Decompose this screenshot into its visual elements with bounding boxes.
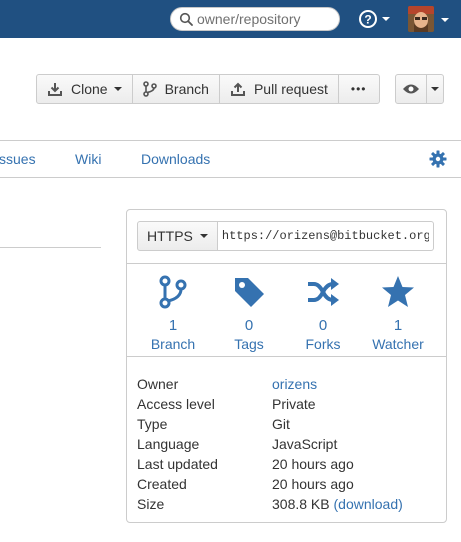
upload-icon — [230, 82, 245, 96]
download-icon — [48, 83, 62, 96]
tag-count: 0 — [244, 317, 254, 334]
size-value: 308.8 KB — [272, 496, 330, 512]
detail-key: Access level — [137, 396, 215, 412]
search-icon — [179, 12, 193, 26]
repo-stats: 1 Branch 0 Tags 0 Forks 1 Watcher — [127, 264, 446, 355]
help-menu-button[interactable]: ? — [358, 9, 392, 29]
download-link[interactable]: (download) — [334, 496, 403, 512]
clone-url-row: HTTPS — [137, 221, 434, 251]
detail-language: Language JavaScript — [137, 434, 437, 454]
divider — [127, 356, 446, 357]
protocol-label: HTTPS — [147, 228, 193, 244]
detail-value: 20 hours ago — [272, 456, 354, 472]
watch-button[interactable] — [395, 74, 427, 104]
avatar[interactable] — [408, 6, 434, 32]
detail-key: Created — [137, 476, 187, 492]
top-navigation-bar: ? — [0, 0, 461, 38]
tag-icon — [235, 278, 264, 307]
detail-value: 20 hours ago — [272, 476, 354, 492]
repository-info-panel: HTTPS 1 Branch 0 Tags — [126, 209, 447, 523]
detail-value: Private — [272, 396, 316, 412]
chevron-down-icon — [113, 87, 122, 91]
more-actions-button[interactable]: ••• — [337, 74, 380, 104]
detail-key: Language — [137, 436, 200, 452]
protocol-select[interactable]: HTTPS — [137, 221, 218, 251]
watch-options-button[interactable] — [426, 74, 444, 104]
chevron-down-icon — [431, 87, 439, 91]
clone-label: Clone — [71, 81, 108, 97]
detail-value: Git — [272, 416, 290, 432]
branch-icon — [159, 275, 187, 309]
search-box[interactable] — [170, 7, 340, 31]
detail-created: Created 20 hours ago — [137, 474, 437, 494]
watch-controls — [395, 74, 444, 104]
user-menu-button[interactable] — [408, 6, 454, 32]
pull-request-label: Pull request — [253, 81, 328, 97]
detail-owner: Owner orizens — [137, 374, 437, 394]
detail-key: Owner — [137, 376, 179, 392]
divider — [0, 247, 101, 248]
clone-button[interactable]: Clone — [36, 74, 133, 104]
fork-label: Forks — [305, 336, 341, 352]
tab-downloads[interactable]: Downloads — [141, 151, 210, 167]
svg-text:?: ? — [364, 13, 371, 27]
clone-url-field[interactable] — [217, 221, 434, 251]
branch-count: 1 — [168, 317, 178, 334]
pull-request-button[interactable]: Pull request — [218, 74, 339, 104]
detail-value: JavaScript — [272, 436, 338, 452]
eye-icon — [403, 84, 419, 94]
search-input[interactable] — [197, 10, 333, 28]
star-icon — [382, 276, 414, 307]
fork-icon — [308, 278, 339, 306]
more-label: ••• — [350, 82, 367, 96]
owner-link[interactable]: orizens — [272, 376, 317, 392]
repo-actions: Clone Branch Pull request ••• — [36, 74, 380, 104]
watcher-count: 1 — [393, 317, 403, 334]
detail-key: Size — [137, 496, 165, 512]
detail-key: Type — [137, 416, 168, 432]
tab-issues[interactable]: ssues — [0, 151, 36, 167]
question-circle-icon: ? — [359, 10, 390, 28]
detail-type: Type Git — [137, 414, 437, 434]
detail-last-updated: Last updated 20 hours ago — [137, 454, 437, 474]
detail-size: Size 308.8 KB (download) — [137, 494, 437, 514]
branch-label: Branch — [164, 81, 209, 97]
watcher-label: Watcher — [372, 336, 424, 352]
tag-label: Tags — [234, 336, 264, 352]
gear-icon[interactable] — [429, 150, 447, 168]
repo-tabs: ssues Wiki Downloads — [0, 140, 461, 178]
repo-details: Owner orizens Access level Private Type … — [137, 374, 437, 514]
branch-button[interactable]: Branch — [131, 74, 220, 104]
branch-label: Branch — [150, 336, 196, 352]
detail-access-level: Access level Private — [137, 394, 437, 414]
branch-icon — [142, 81, 157, 97]
chevron-down-icon — [199, 234, 208, 238]
chevron-down-icon — [441, 18, 449, 22]
tab-wiki[interactable]: Wiki — [75, 151, 101, 167]
fork-count: 0 — [318, 317, 328, 334]
detail-key: Last updated — [137, 456, 218, 472]
